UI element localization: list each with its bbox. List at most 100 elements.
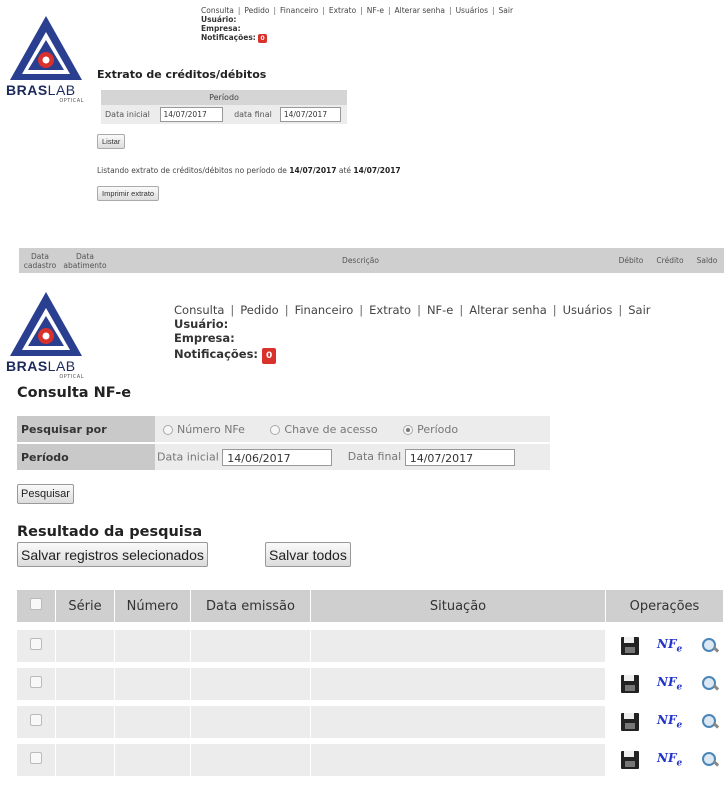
notification-badge[interactable]: 0	[258, 34, 267, 43]
resultado-title: Resultado da pesquisa	[17, 524, 203, 540]
col-data-cadastro: Data cadastro	[23, 251, 57, 270]
cell-numero	[114, 630, 191, 668]
logo-text: BRASLAB	[6, 358, 76, 374]
salvar-selecionados-button[interactable]: Salvar registros selecionados	[17, 542, 208, 567]
magnifier-icon[interactable]	[700, 713, 720, 731]
magnifier-icon[interactable]	[700, 675, 720, 693]
nav-links: Consulta | Pedido | Financeiro | Extrato | NF-e |…	[201, 6, 514, 15]
empresa-label: Empresa:	[201, 24, 241, 33]
imprimir-extrato-button[interactable]: Imprimir extrato	[97, 186, 160, 201]
radio-chave-acesso[interactable]: Chave de acesso	[270, 423, 378, 436]
radio-numero-nfe-circle[interactable]	[163, 424, 173, 435]
save-icon[interactable]	[621, 751, 639, 769]
radio-numero-nfe[interactable]: Número NFe	[163, 423, 245, 436]
pesquisar-button[interactable]: Pesquisar	[17, 484, 74, 504]
col-debito: Débito	[618, 256, 644, 265]
cell-numero	[114, 665, 191, 706]
col-data-abatimento: Data abatimento	[63, 251, 107, 270]
table-row[interactable]: NFe	[17, 703, 724, 744]
notification-badge[interactable]: 0	[262, 348, 277, 364]
nav-sair[interactable]: Sair	[499, 6, 514, 15]
extrato-title: Extrato de créditos/débitos	[97, 68, 267, 81]
data-final-input[interactable]: 14/07/2017	[404, 448, 515, 466]
nfe-title: Consulta NF-e	[17, 385, 132, 401]
empresa-label: Empresa:	[174, 331, 235, 345]
save-icon[interactable]	[621, 675, 639, 693]
col-numero: Número	[114, 590, 191, 622]
listar-button[interactable]: Listar	[97, 134, 126, 149]
nav-financeiro[interactable]: Financeiro	[295, 303, 354, 317]
logo-triangle-icon	[10, 16, 82, 80]
data-inicial-input[interactable]: 14/06/2017	[222, 448, 333, 466]
cell-situacao	[310, 665, 606, 706]
nav-nfe[interactable]: NF-e	[427, 303, 453, 317]
row-operations: NFe	[607, 751, 722, 769]
nfe-icon[interactable]: NFe	[657, 751, 682, 768]
table-row[interactable]: NFe	[17, 630, 724, 668]
nav-alterar-senha[interactable]: Alterar senha	[394, 6, 445, 15]
nav-extrato[interactable]: Extrato	[329, 6, 356, 15]
cell-serie	[55, 665, 115, 706]
nfe-icon[interactable]: NFe	[657, 713, 682, 730]
row-checkbox[interactable]	[30, 676, 42, 688]
cell-numero	[114, 703, 191, 744]
cell-serie	[55, 703, 115, 744]
radio-chave-acesso-circle[interactable]	[270, 424, 281, 435]
cell-numero	[114, 741, 191, 782]
extrato-message: Listando extrato de créditos/débitos no …	[97, 166, 401, 175]
period-header: Período	[101, 90, 347, 105]
cell-serie	[55, 741, 115, 782]
radio-periodo[interactable]: Período	[403, 423, 458, 436]
data-final-label: Data final	[347, 450, 402, 463]
nav-nfe[interactable]: NF-e	[367, 6, 384, 15]
col-operacoes: Operações	[605, 590, 724, 622]
nav-usuarios[interactable]: Usuários	[563, 303, 613, 317]
logo: BRASLAB OPTICAL	[6, 14, 86, 104]
row-operations: NFe	[607, 637, 722, 655]
data-inicial-label: Data inicial	[157, 450, 219, 463]
save-icon[interactable]	[621, 637, 639, 655]
data-final-label: data final	[228, 105, 276, 124]
col-situacao: Situação	[310, 590, 606, 622]
nav-usuarios[interactable]: Usuários	[456, 6, 488, 15]
data-inicial-input[interactable]: 14/07/2017	[159, 107, 223, 122]
nav-consulta[interactable]: Consulta	[174, 303, 224, 317]
top-nav: Consulta | Pedido | Financeiro | Extrato | NF-e |…	[201, 6, 513, 43]
nfe-icon[interactable]: NFe	[657, 675, 682, 692]
notificacoes-label: Notificações:	[201, 33, 256, 42]
row-checkbox[interactable]	[30, 714, 42, 726]
save-icon[interactable]	[621, 713, 639, 731]
nav-extrato[interactable]: Extrato	[369, 303, 411, 317]
radio-periodo-circle[interactable]	[403, 424, 414, 435]
col-data-emissao: Data emissão	[190, 590, 311, 622]
cell-data-emissao	[190, 630, 311, 668]
nav-pedido[interactable]: Pedido	[244, 6, 269, 15]
logo-triangle-icon	[10, 292, 82, 356]
data-final-input[interactable]: 14/07/2017	[279, 107, 341, 122]
nav-consulta[interactable]: Consulta	[201, 6, 234, 15]
col-descricao: Descrição	[342, 256, 379, 265]
top-nav: Consulta | Pedido | Financeiro | Extrato | NF-e |…	[174, 303, 651, 364]
logo-subtext: OPTICAL	[59, 98, 84, 104]
row-checkbox[interactable]	[30, 638, 42, 650]
periodo-label: Período	[17, 443, 155, 470]
table-row[interactable]: NFe	[17, 741, 724, 782]
select-all-checkbox[interactable]	[30, 598, 42, 610]
table-row[interactable]: NFe	[17, 665, 724, 706]
magnifier-icon[interactable]	[700, 637, 720, 655]
nav-pedido[interactable]: Pedido	[240, 303, 278, 317]
cell-situacao	[310, 703, 606, 744]
results-table: Série Número Data emissão Situação Opera…	[17, 590, 724, 782]
row-operations: NFe	[607, 713, 722, 731]
results-header: Série Número Data emissão Situação Opera…	[17, 590, 724, 622]
cell-situacao	[310, 630, 606, 668]
magnifier-icon[interactable]	[700, 751, 720, 769]
row-checkbox[interactable]	[30, 752, 42, 764]
nav-alterar-senha[interactable]: Alterar senha	[469, 303, 547, 317]
salvar-todos-button[interactable]: Salvar todos	[265, 542, 351, 567]
logo: BRASLAB OPTICAL	[6, 290, 86, 380]
nfe-icon[interactable]: NFe	[657, 637, 682, 654]
nav-sair[interactable]: Sair	[628, 303, 650, 317]
nav-financeiro[interactable]: Financeiro	[280, 6, 318, 15]
notificacoes-label: Notificações:	[174, 347, 259, 361]
